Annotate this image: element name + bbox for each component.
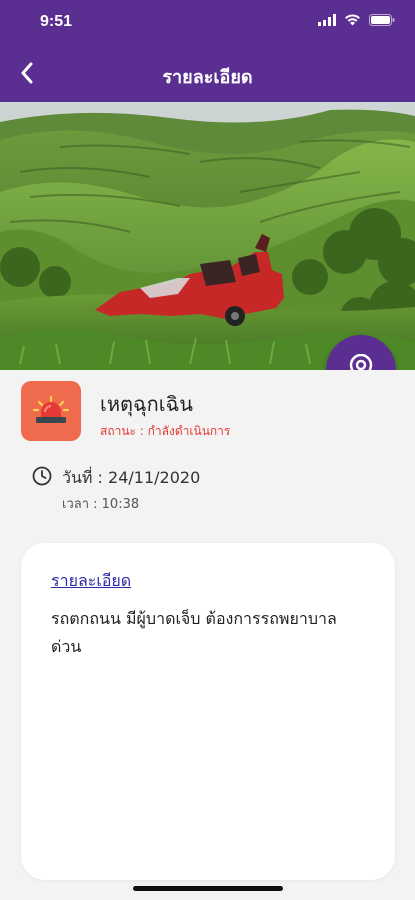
details-card: รายละเอียด รถตกถนน มีผู้บาดเจ็บ ต้องการร…	[21, 543, 395, 880]
signal-icon	[318, 14, 336, 26]
status-bar: 9:51	[0, 0, 415, 44]
clock-icon	[32, 466, 52, 486]
page-title: รายละเอียด	[162, 67, 253, 88]
incident-photo	[0, 102, 415, 370]
incident-time: เวลา : 10:38	[62, 497, 140, 512]
status-time: 9:51	[40, 13, 73, 30]
top-nav-bar: รายละเอียด	[0, 44, 415, 102]
details-heading-link[interactable]: รายละเอียด	[51, 569, 131, 594]
wifi-icon	[345, 14, 360, 26]
battery-icon	[369, 14, 395, 26]
siren-icon	[32, 395, 70, 423]
incident-date: วันที่ : 24/11/2020	[62, 468, 201, 487]
incident-status: สถานะ : กำลังดำเนินการ	[100, 424, 231, 438]
home-indicator[interactable]	[133, 886, 283, 891]
details-text: รถตกถนน มีผู้บาดเจ็บ ต้องการรถพยาบาล ด่ว…	[51, 609, 337, 656]
status-icons	[318, 14, 395, 26]
incident-type-label: เหตุฉุกเฉิน	[100, 392, 193, 416]
incident-type-icon	[21, 381, 81, 441]
